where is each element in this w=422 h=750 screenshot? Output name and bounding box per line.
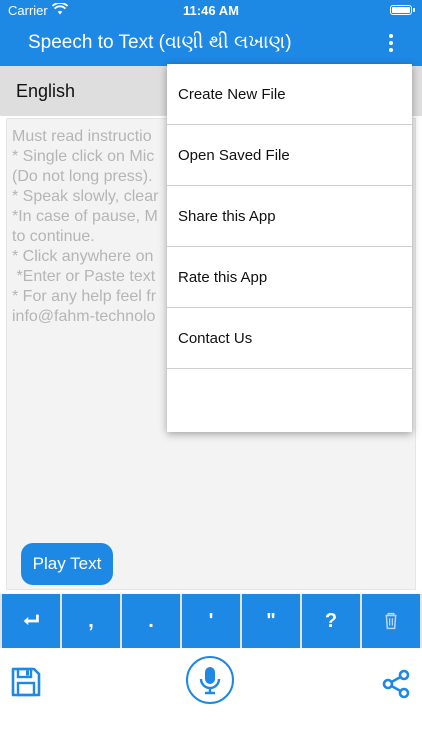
menu-item-rate-app[interactable]: Rate this App xyxy=(167,247,412,308)
comma-key[interactable]: , xyxy=(62,594,120,648)
trash-icon xyxy=(385,612,397,630)
enter-icon xyxy=(23,614,39,626)
more-vertical-icon[interactable] xyxy=(388,34,394,54)
clock: 11:46 AM xyxy=(183,3,239,18)
status-bar: Carrier 11:46 AM xyxy=(0,0,422,22)
period-key[interactable]: . xyxy=(122,594,180,648)
question-key[interactable]: ? xyxy=(302,594,360,648)
apostrophe-key[interactable]: ' xyxy=(182,594,240,648)
microphone-icon xyxy=(199,667,221,695)
mic-button[interactable] xyxy=(186,656,234,704)
punctuation-keys: , . ' " ? xyxy=(0,594,422,648)
app-bar: Speech to Text (વાણી થી લખાણ) xyxy=(0,22,422,66)
menu-item-share-app[interactable]: Share this App xyxy=(167,186,412,247)
share-icon[interactable] xyxy=(380,668,412,700)
menu-item-empty xyxy=(167,369,412,430)
options-menu: Create New File Open Saved File Share th… xyxy=(167,64,412,432)
save-icon[interactable] xyxy=(10,666,42,698)
battery-icon xyxy=(390,5,415,15)
language-label: English xyxy=(16,81,76,101)
delete-key[interactable] xyxy=(362,594,420,648)
menu-item-contact-us[interactable]: Contact Us xyxy=(167,308,412,369)
menu-item-create-new-file[interactable]: Create New File xyxy=(167,64,412,125)
play-text-button[interactable]: Play Text xyxy=(21,543,113,585)
app-title: Speech to Text (વાણી થી લખાણ) xyxy=(28,32,292,53)
menu-item-open-saved-file[interactable]: Open Saved File xyxy=(167,125,412,186)
bottom-toolbar xyxy=(0,648,422,750)
quote-key[interactable]: " xyxy=(242,594,300,648)
enter-key[interactable] xyxy=(2,594,60,648)
